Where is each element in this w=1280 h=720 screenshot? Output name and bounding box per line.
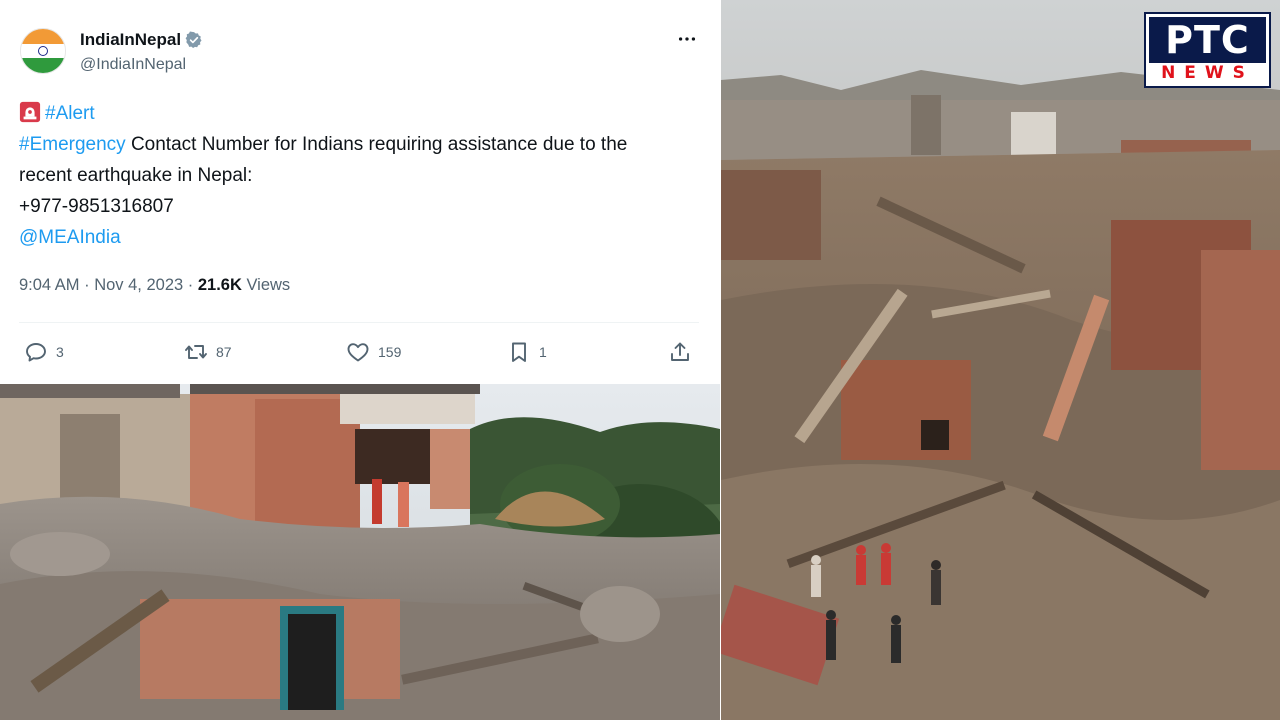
ptc-news-logo: PTC NEWS	[1144, 12, 1271, 88]
repost-count: 87	[216, 344, 232, 360]
share-button[interactable]	[668, 336, 692, 368]
bookmark-icon	[512, 342, 526, 362]
handle[interactable]: @IndiaInNepal	[80, 56, 186, 74]
timestamp[interactable]: 9:04 AM · Nov 4, 2023 ·	[19, 276, 198, 294]
earthquake-photo-right	[721, 0, 1280, 720]
tweet-text: #Alert #Emergency Contact Number for Ind…	[19, 98, 709, 253]
reply-icon	[26, 343, 46, 362]
siren-icon	[19, 101, 41, 123]
mention-mea[interactable]: @MEAIndia	[19, 227, 121, 248]
bookmark-button[interactable]: 1	[507, 336, 547, 368]
like-button[interactable]: 159	[346, 336, 401, 368]
divider	[19, 322, 699, 323]
repost-icon	[185, 345, 207, 359]
tweet-meta: 9:04 AM · Nov 4, 2023 · 21.6K Views	[19, 276, 290, 295]
like-icon	[347, 343, 369, 362]
action-bar: 3 87 159 1	[0, 336, 720, 368]
more-icon[interactable]	[676, 28, 698, 50]
views-count: 21.6K	[197, 276, 242, 294]
avatar[interactable]	[20, 28, 66, 74]
reply-count: 3	[56, 344, 64, 360]
bookmark-count: 1	[539, 344, 547, 360]
tweet-text-line2: recent earthquake in Nepal:	[19, 165, 253, 186]
repost-button[interactable]: 87	[184, 336, 232, 368]
hashtag-emergency[interactable]: #Emergency	[19, 134, 126, 155]
reply-button[interactable]: 3	[24, 336, 64, 368]
views-label: Views	[241, 276, 291, 294]
verified-icon	[185, 31, 202, 49]
display-name-row[interactable]: IndiaInNepal	[80, 30, 203, 50]
tweet-text-line1: Contact Number for Indians requiring ass…	[125, 134, 628, 155]
display-name[interactable]: IndiaInNepal	[80, 30, 181, 50]
hashtag-alert[interactable]: #Alert	[45, 103, 95, 124]
share-icon	[671, 342, 689, 361]
earthquake-photo-left	[0, 384, 720, 720]
like-count: 159	[378, 344, 402, 360]
phone-number: +977-9851316807	[19, 196, 174, 217]
logo-line-news: NEWS	[1161, 63, 1254, 83]
logo-line-ptc: PTC	[1149, 17, 1266, 63]
tweet-card: IndiaInNepal @IndiaInNepal #Alert #Emerg…	[0, 0, 720, 384]
